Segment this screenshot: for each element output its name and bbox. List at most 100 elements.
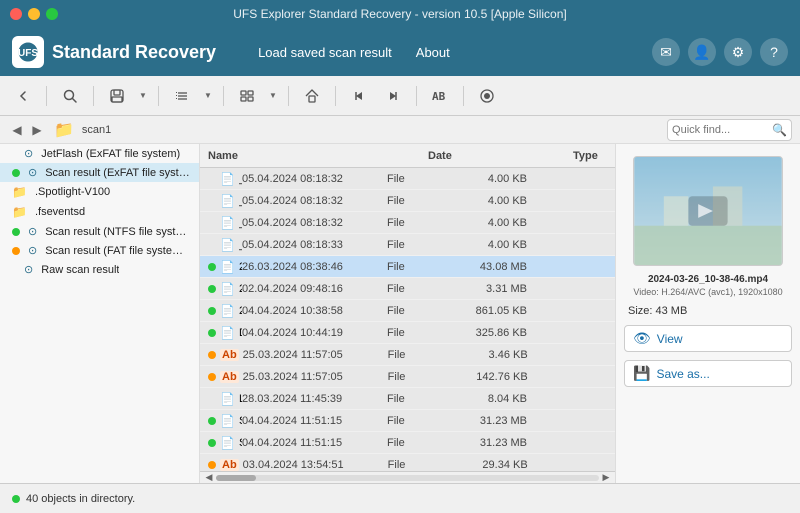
scan-icon: ⊙ xyxy=(28,166,37,179)
preview-size: Size: 43 MB xyxy=(624,305,687,317)
maximize-button[interactable] xyxy=(46,8,58,20)
file-type: File xyxy=(387,261,447,273)
scroll-left-icon[interactable]: ◀ xyxy=(202,471,216,484)
right-panel: 2024-03-26_10-38-46.mp4 Video: H.264/AVC… xyxy=(615,144,800,483)
prev-button[interactable] xyxy=(344,82,374,110)
file-date: 02.04.2024 09:48:16 xyxy=(242,283,387,295)
col-header-date[interactable]: Date xyxy=(428,150,573,162)
tree-item-3[interactable]: 📁.fseventsd xyxy=(0,202,199,222)
file-size: 861.05 KB xyxy=(447,305,527,317)
file-size: 4.00 KB xyxy=(447,239,527,251)
tree-item-2[interactable]: 📁.Spotlight-V100 xyxy=(0,182,199,202)
table-row[interactable]: 📄Screen Recording 2024-0...04.04.2024 11… xyxy=(200,432,615,454)
file-icon: 📄 xyxy=(220,216,235,230)
next-button[interactable] xyxy=(378,82,408,110)
tree-item-5[interactable]: ⊙Scan result (FAT file system; 3.90 GB i… xyxy=(0,241,199,260)
window-title: UFS Explorer Standard Recovery - version… xyxy=(233,7,567,21)
table-row[interactable]: AbThe CMMC 2.0 Assessme...03.04.2024 13:… xyxy=(200,454,615,471)
search-button[interactable] xyxy=(55,82,85,110)
h-scroll-thumb[interactable] xyxy=(216,475,256,481)
file-size: 325.86 KB xyxy=(447,327,527,339)
file-type: File xyxy=(387,239,447,251)
table-row[interactable]: 📄DALL-E 2024-04-04 12.4...04.04.2024 10:… xyxy=(200,322,615,344)
table-row[interactable]: AbDPHSIV-9203064860-20...25.03.2024 11:5… xyxy=(200,366,615,388)
rename-button[interactable]: AB xyxy=(425,82,455,110)
file-table-body: 📄_dodge_the_creeps_2d...05.04.2024 08:18… xyxy=(200,168,615,471)
table-row[interactable]: 📄Screen Recording 2024-0...04.04.2024 11… xyxy=(200,410,615,432)
preview-filename: 2024-03-26_10-38-46.mp4 Video: H.264/AVC… xyxy=(633,274,782,297)
doc-icon: Ab xyxy=(220,349,239,361)
table-row[interactable]: 📄2024-04-02_11-48-10.sn...02.04.2024 09:… xyxy=(200,278,615,300)
traffic-lights xyxy=(10,8,58,20)
file-date: 04.04.2024 10:38:58 xyxy=(242,305,387,317)
svg-text:AB: AB xyxy=(432,90,446,103)
save-dropdown[interactable]: ▼ xyxy=(136,82,150,110)
view-dropdown[interactable]: ▼ xyxy=(266,82,280,110)
tree-item-6[interactable]: ⊙Raw scan result xyxy=(0,260,199,279)
file-date: 05.04.2024 08:18:32 xyxy=(242,217,387,229)
scan-icon: ⊙ xyxy=(24,263,33,276)
col-header-type[interactable]: Type xyxy=(573,150,615,162)
file-icon: 📄 xyxy=(220,414,235,428)
nav-left[interactable]: ◀ xyxy=(8,121,26,139)
email-icon[interactable]: ✉ xyxy=(652,38,680,66)
tree-item-1[interactable]: ⊙Scan result (ExFAT file system; 117.42 … xyxy=(0,163,199,182)
tree-item-4[interactable]: ⊙Scan result (NTFS file system; 6.05 GB … xyxy=(0,222,199,241)
file-type: File xyxy=(388,349,448,361)
file-browser: Name Date Type Size Num files 📄_dodge_th… xyxy=(200,144,615,483)
nav-arrows: ◀ ▶ xyxy=(8,121,46,139)
file-size: 142.76 KB xyxy=(448,371,528,383)
tree-item-label: JetFlash (ExFAT file system) xyxy=(41,148,180,160)
nav-right[interactable]: ▶ xyxy=(28,121,46,139)
table-row[interactable]: 📄_ghost website screensh...05.04.2024 08… xyxy=(200,190,615,212)
file-icon: 📄 xyxy=(220,326,235,340)
tree-item-0[interactable]: ⊙JetFlash (ExFAT file system) xyxy=(0,144,199,163)
view-label: View xyxy=(657,332,683,346)
file-type: File xyxy=(388,371,448,383)
back-button[interactable] xyxy=(8,82,38,110)
app-header: UFS Standard Recovery Load saved scan re… xyxy=(0,28,800,76)
dot-orange xyxy=(12,247,20,255)
save-as-label: Save as... xyxy=(656,367,709,381)
svg-text:UFS: UFS xyxy=(18,48,38,59)
toolbar-sep-8 xyxy=(463,86,464,106)
save-as-button[interactable]: 💾 Save as... xyxy=(624,360,792,387)
file-icon: 📄 xyxy=(220,282,235,296)
search-box[interactable]: 🔍 xyxy=(667,119,792,141)
scroll-right-icon[interactable]: ▶ xyxy=(599,471,613,484)
file-date: 25.03.2024 11:57:05 xyxy=(243,371,388,383)
list-view-button[interactable] xyxy=(167,82,197,110)
help-icon[interactable]: ? xyxy=(760,38,788,66)
file-type: File xyxy=(388,459,448,471)
tag-button[interactable] xyxy=(472,82,502,110)
file-date: 26.03.2024 08:38:46 xyxy=(242,261,387,273)
table-row[interactable]: 📄_dodge_the_creeps_2d...05.04.2024 08:18… xyxy=(200,168,615,190)
file-type: File xyxy=(387,173,447,185)
file-date: 25.03.2024 11:57:05 xyxy=(243,349,388,361)
settings-icon[interactable]: ⚙ xyxy=(724,38,752,66)
nav-load-scan[interactable]: Load saved scan result xyxy=(248,41,402,64)
home-button[interactable] xyxy=(297,82,327,110)
h-scroll-track xyxy=(216,475,599,481)
table-row[interactable]: 📄_pexels-anna-nekrashevi...05.04.2024 08… xyxy=(200,234,615,256)
list-dropdown[interactable]: ▼ xyxy=(201,82,215,110)
save-button[interactable] xyxy=(102,82,132,110)
view-button[interactable] xyxy=(232,82,262,110)
search-input[interactable] xyxy=(672,124,772,136)
dot-green xyxy=(12,169,20,177)
save-icon: 💾 xyxy=(633,365,650,382)
minimize-button[interactable] xyxy=(28,8,40,20)
table-row[interactable]: AbDPHSIV-9203064860-20...25.03.2024 11:5… xyxy=(200,344,615,366)
table-row[interactable]: 📄Living Off The Land Attac...28.03.2024 … xyxy=(200,388,615,410)
table-row[interactable]: 📄2024-04-04_10-05-32.jpeg04.04.2024 10:3… xyxy=(200,300,615,322)
table-row[interactable]: 📄2024-03-26_10-38-46.mp426.03.2024 08:38… xyxy=(200,256,615,278)
col-header-name[interactable]: Name xyxy=(208,150,428,162)
view-button-preview[interactable]: 👁 View xyxy=(624,325,792,352)
toolbar-sep-4 xyxy=(223,86,224,106)
user-icon[interactable]: 👤 xyxy=(688,38,716,66)
table-row[interactable]: 📄_instancing_starter.zip05.04.2024 08:18… xyxy=(200,212,615,234)
h-scrollbar[interactable]: ◀ ▶ xyxy=(200,471,615,483)
nav-about[interactable]: About xyxy=(406,41,460,64)
close-button[interactable] xyxy=(10,8,22,20)
file-date: 05.04.2024 08:18:33 xyxy=(242,239,387,251)
